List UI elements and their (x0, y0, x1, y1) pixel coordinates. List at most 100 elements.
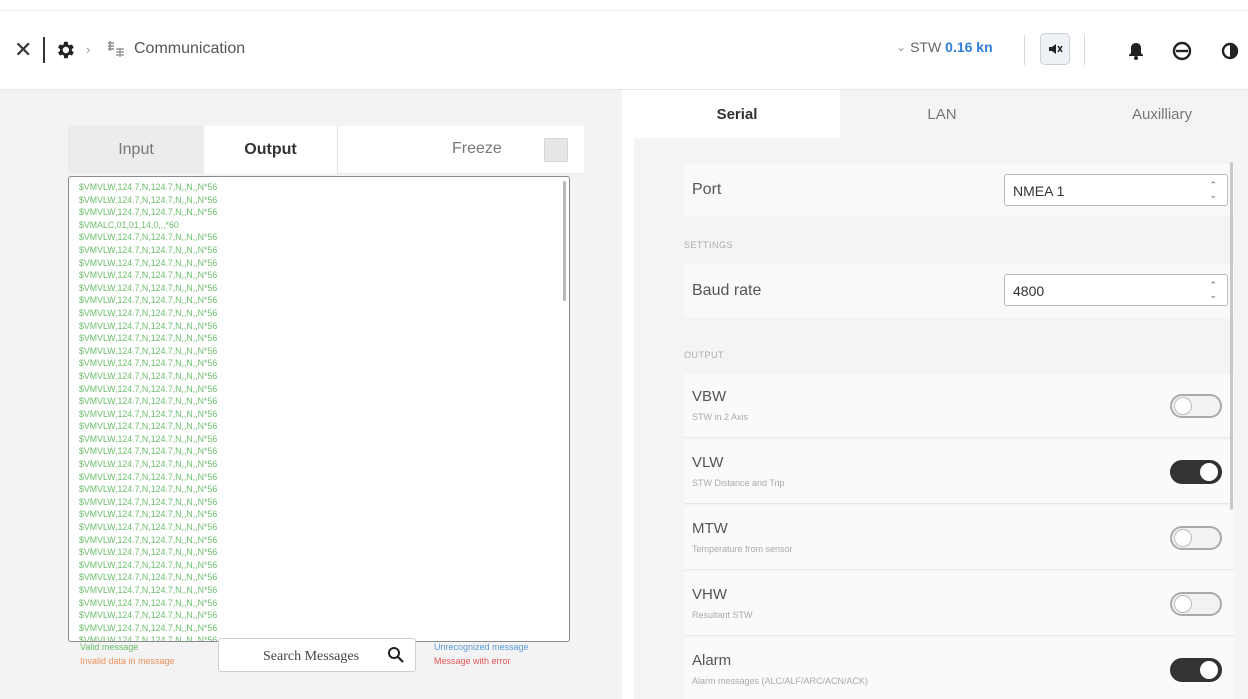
output-row-vhw: VHW Resultant STW (684, 572, 1234, 636)
toggle-knob (1200, 463, 1218, 481)
log-line: $VMVLW,124.7,N,124.7,N,,N,,N*56 (79, 534, 218, 545)
search-icon[interactable] (387, 646, 405, 664)
baud-value: 4800 (1013, 283, 1045, 299)
stepper-arrows-icon: ⌃ ⌄ (1209, 180, 1217, 200)
output-row-mtw: MTW Temperature from sensor (684, 506, 1234, 570)
log-line: $VMVLW,124.7,N,124.7,N,,N,,N*56 (79, 383, 218, 394)
log-line: $VMVLW,124.7,N,124.7,N,,N,,N*56 (79, 572, 218, 583)
log-line: $VMVLW,124.7,N,124.7,N,,N,,N*56 (79, 635, 218, 642)
log-line: $VMVLW,124.7,N,124.7,N,,N,,N*56 (79, 307, 218, 318)
bell-icon[interactable] (1124, 39, 1148, 63)
port-value: NMEA 1 (1013, 183, 1065, 199)
log-line: $VMVLW,124.7,N,124.7,N,,N,,N*56 (79, 459, 218, 470)
tab-output[interactable]: Output (204, 126, 338, 174)
output-title: MTW (692, 520, 728, 537)
log-line: $VMVLW,124.7,N,124.7,N,,N,,N*56 (79, 244, 218, 255)
toggle-switch[interactable] (1170, 460, 1222, 484)
log-line: $VMVLW,124.7,N,124.7,N,,N,,N*56 (79, 182, 218, 192)
close-icon[interactable]: ✕ (14, 39, 32, 61)
scrollbar[interactable] (1230, 162, 1233, 510)
speaker-muted-icon (1049, 44, 1063, 54)
port-row: Port NMEA 1 ⌃ ⌄ (684, 164, 1234, 216)
log-line: $VMVLW,124.7,N,124.7,N,,N,,N*56 (79, 610, 218, 621)
log-line: $VMVLW,124.7,N,124.7,N,,N,,N*56 (79, 421, 218, 432)
log-line: $VMVLW,124.7,N,124.7,N,,N,,N*56 (79, 496, 218, 507)
divider (1024, 35, 1025, 65)
log-line: $VMVLW,124.7,N,124.7,N,,N,,N*56 (79, 358, 218, 369)
output-subtitle: STW in 2 Axis (692, 412, 749, 422)
log-line: $VMVLW,124.7,N,124.7,N,,N,,N*56 (79, 484, 218, 495)
divider (1084, 35, 1085, 65)
output-row-vbw: VBW STW in 2 Axis (684, 374, 1234, 438)
log-line: $VMVLW,124.7,N,124.7,N,,N,,N*56 (79, 396, 218, 407)
log-line: $VMVLW,124.7,N,124.7,N,,N,,N*56 (79, 547, 218, 558)
log-line: $VMVLW,124.7,N,124.7,N,,N,,N*56 (79, 522, 218, 533)
log-line: $VMVLW,124.7,N,124.7,N,,N,,N*56 (79, 320, 218, 331)
output-title: VHW (692, 586, 727, 603)
message-log[interactable]: $VMVLW,124.7,N,124.7,N,,N,,N*56 $VMVLW,12… (68, 176, 570, 642)
legend-error: Message with error (434, 656, 511, 666)
top-bar: ✕ › Communication ⌄ STW 0.16 kn (0, 10, 1248, 90)
output-row-vlw: VLW STW Distance and Trip (684, 440, 1234, 504)
freeze-checkbox[interactable] (544, 138, 568, 162)
message-list: $VMVLW,124.7,N,124.7,N,,N,,N*56 $VMVLW,12… (79, 181, 218, 642)
stw-value: 0.16 kn (945, 39, 993, 55)
output-subtitle: STW Distance and Trip (692, 478, 785, 488)
stepper-arrows-icon: ⌃ ⌄ (1209, 280, 1217, 300)
search-input[interactable]: Search Messages (218, 638, 416, 672)
baud-row: Baud rate 4800 ⌃ ⌄ (684, 264, 1234, 318)
toggle-knob (1200, 661, 1218, 679)
toggle-switch[interactable] (1170, 592, 1222, 616)
baud-select[interactable]: 4800 ⌃ ⌄ (1004, 274, 1228, 306)
baud-label: Baud rate (692, 282, 762, 299)
freeze-label: Freeze (452, 140, 502, 157)
io-tabs: Input Output Freeze (68, 126, 584, 174)
log-line: $VMVLW,124.7,N,124.7,N,,N,,N*56 (79, 408, 218, 419)
tab-lan[interactable]: LAN (840, 90, 1044, 138)
log-line: $VMVLW,124.7,N,124.7,N,,N,,N*56 (79, 194, 218, 205)
toggle-switch[interactable] (1170, 658, 1222, 682)
page-title: Communication (134, 40, 246, 57)
stw-label: STW (910, 39, 942, 55)
monitor-panel: Input Output Freeze $VMVLW,124.7,N,124.7… (0, 90, 622, 699)
output-subtitle: Temperature from sensor (692, 544, 793, 554)
toggle-switch[interactable] (1170, 394, 1222, 418)
port-select[interactable]: NMEA 1 ⌃ ⌄ (1004, 174, 1228, 206)
settings-panel: Serial LAN Auxilliary Port NMEA 1 ⌃ ⌄ SET… (634, 90, 1248, 699)
legend-invalid: Invalid data in message (80, 656, 175, 666)
log-line: $VMVLW,124.7,N,124.7,N,,N,,N*56 (79, 345, 218, 356)
log-line: $VMVLW,124.7,N,124.7,N,,N,,N*56 (79, 232, 218, 243)
divider (43, 37, 45, 63)
toggle-knob (1174, 529, 1192, 547)
output-title: VLW (692, 454, 724, 471)
gear-icon[interactable] (54, 39, 76, 61)
tab-input[interactable]: Input (68, 126, 204, 174)
output-row-alarm: Alarm Alarm messages (ALC/ALF/ARC/ACN/ACK… (684, 638, 1234, 699)
legend-unrecognized: Unrecognized message (434, 642, 529, 652)
output-title: Alarm (692, 652, 732, 669)
output-title: VBW (692, 388, 727, 405)
toggle-knob (1174, 595, 1192, 613)
toggle-switch[interactable] (1170, 526, 1222, 550)
log-line: $VMVLW,124.7,N,124.7,N,,N,,N*56 (79, 270, 218, 281)
output-section-label: OUTPUT (684, 350, 724, 360)
log-line: $VMVLW,124.7,N,124.7,N,,N,,N*56 (79, 370, 218, 381)
log-line: $VMALC,01,01,14,0,,,*60 (79, 219, 179, 230)
scrollbar[interactable] (563, 181, 566, 301)
log-line: $VMVLW,124.7,N,124.7,N,,N,,N*56 (79, 559, 218, 570)
log-line: $VMVLW,124.7,N,124.7,N,,N,,N*56 (79, 282, 218, 293)
chevron-right-icon: › (86, 42, 91, 57)
log-line: $VMVLW,124.7,N,124.7,N,,N,,N*56 (79, 585, 218, 595)
log-line: $VMVLW,124.7,N,124.7,N,,N,,N*56 (79, 446, 218, 457)
brightness-icon[interactable] (1218, 39, 1242, 63)
settings-section-label: SETTINGS (684, 240, 734, 250)
communication-icon (108, 41, 124, 57)
search-placeholder: Search Messages (263, 649, 360, 664)
mute-button[interactable] (1040, 33, 1070, 65)
stw-readout: ⌄ STW 0.16 kn (896, 39, 993, 55)
tab-auxiliary[interactable]: Auxilliary (1044, 90, 1248, 138)
tab-serial[interactable]: Serial (634, 90, 840, 138)
user-icon[interactable] (1170, 39, 1194, 63)
output-subtitle: Alarm messages (ALC/ALF/ARC/ACN/ACK) (692, 676, 869, 686)
log-line: $VMVLW,124.7,N,124.7,N,,N,,N*56 (79, 257, 218, 268)
